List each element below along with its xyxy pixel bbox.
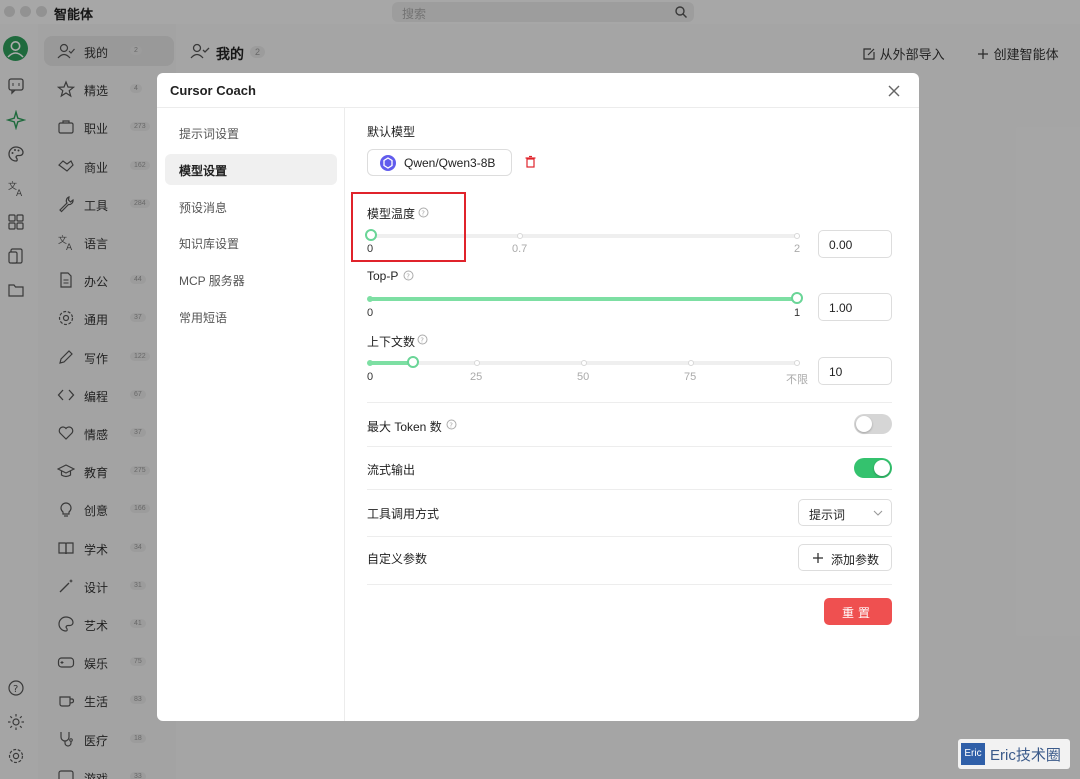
modal-nav-item[interactable]: MCP 服务器 [165,264,337,295]
help-icon[interactable]: ? [417,334,428,345]
context-tick: 25 [470,371,483,383]
context-tick: 75 [684,371,697,383]
toggle-knob [874,460,890,476]
modal-nav-item[interactable]: 知识库设置 [165,227,337,258]
slider-mark [367,360,373,366]
max-tokens-label: 最大 Token 数 [367,420,442,434]
stream-output-toggle[interactable] [854,458,892,478]
slider-mark [474,360,480,366]
add-param-label: 添加参数 [831,553,880,567]
context-count-input[interactable]: 10 [818,357,892,385]
divider [367,584,892,585]
watermark-badge: Eric [961,743,985,765]
close-icon[interactable] [884,81,904,101]
reset-label: 重置 [841,606,874,620]
top-p-label: Top-P [367,269,399,283]
custom-params-label: 自定义参数 [367,552,428,566]
slider-mark [581,360,587,366]
svg-text:?: ? [420,336,424,344]
modal-nav-label: 模型设置 [179,163,228,178]
svg-text:?: ? [406,272,410,280]
chevron-down-icon [873,510,883,516]
top-p-input[interactable]: 1.00 [818,293,892,321]
default-model-value: Qwen/Qwen3-8B [404,156,496,170]
tool-call-mode-label: 工具调用方式 [367,507,440,521]
context-tick: 50 [577,371,590,383]
add-param-button[interactable]: 添加参数 [798,544,892,571]
modal-nav-label: 知识库设置 [179,237,240,252]
context-count-slider-handle[interactable] [407,356,419,368]
slider-mark [794,360,800,366]
help-icon[interactable]: ? [403,270,414,281]
modal-nav-item[interactable]: 模型设置 [165,153,337,185]
divider [367,446,892,447]
modal-header-divider [157,107,919,108]
tool-call-mode-select[interactable]: 提示词 [798,499,892,526]
top-p-tick: 0 [367,307,374,319]
tool-call-mode-value: 提示词 [809,508,846,522]
temperature-tick: 2 [794,243,801,255]
max-tokens-toggle[interactable] [854,414,892,434]
context-tick: 不限 [786,374,808,386]
context-count-label: 上下文数 [367,335,416,349]
modal-title: Cursor Coach [170,83,256,98]
divider [367,536,892,537]
plus-icon [813,553,823,563]
top-p-slider[interactable] [370,297,798,301]
top-p-tick: 1 [794,307,801,319]
svg-text:?: ? [449,421,453,429]
annotation-highlight-box [351,192,466,262]
watermark-text: Eric技术圈 [990,747,1061,764]
slider-mark [794,233,800,239]
modal-nav-label: 预设消息 [179,200,228,215]
agent-settings-modal: Cursor Coach 提示词设置模型设置预设消息知识库设置 MCP 服务器 常用… [157,73,919,721]
trash-icon[interactable] [524,155,537,169]
divider [367,402,892,403]
default-model-label: 默认模型 [367,125,416,139]
slider-mark [517,233,523,239]
slider-mark [367,296,373,302]
modal-nav-item[interactable]: 预设消息 [165,191,337,222]
top-p-slider-handle[interactable] [791,292,803,304]
divider [367,489,892,490]
context-tick: 0 [367,371,374,383]
modal-nav-item[interactable]: 提示词设置 [165,117,337,148]
slider-mark [688,360,694,366]
default-model-select[interactable]: Qwen/Qwen3-8B [367,149,512,176]
toggle-knob [856,416,872,432]
qwen-logo-icon [380,155,396,171]
temperature-input[interactable]: 0.00 [818,230,892,258]
help-icon[interactable]: ? [446,419,457,430]
modal-nav-divider [344,108,345,721]
modal-nav-label: 提示词设置 [179,127,240,141]
modal-nav-label: 常用短语 [179,311,228,325]
temperature-tick: 0.7 [512,243,528,255]
modal-nav-item[interactable]: 常用短语 [165,301,337,332]
watermark: Eric Eric技术圈 [958,739,1070,769]
stream-output-label: 流式输出 [367,463,416,477]
modal-nav-label: MCP 服务器 [179,274,245,289]
reset-button[interactable]: 重置 [824,598,892,625]
